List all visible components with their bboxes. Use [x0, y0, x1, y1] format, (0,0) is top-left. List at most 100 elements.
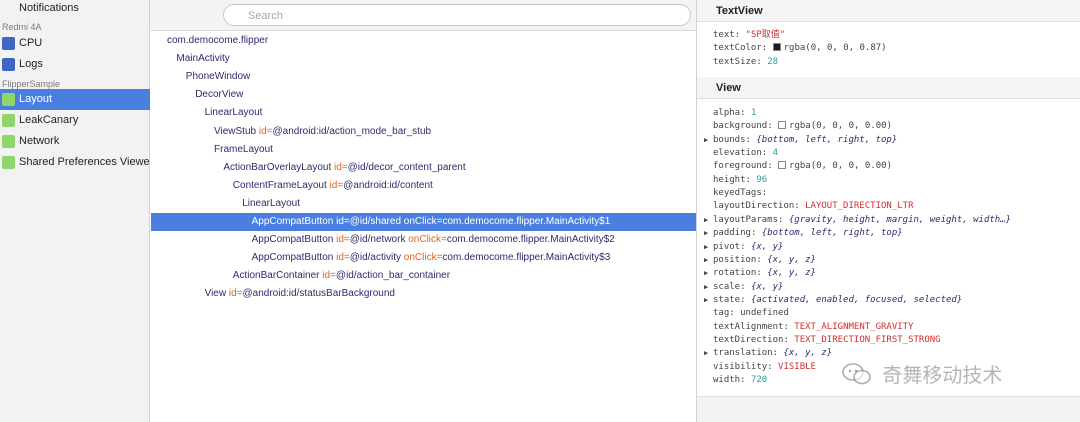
search-input[interactable] — [246, 7, 670, 25]
prop-value[interactable]: rgba(0, 0, 0, 0.87) — [784, 43, 887, 53]
prop-value[interactable]: 720 — [751, 375, 767, 385]
tree-node-name: View — [204, 288, 227, 300]
view-section-header[interactable]: View — [697, 77, 1080, 99]
prop-value[interactable]: {x, y, z} — [783, 348, 832, 358]
color-swatch[interactable] — [778, 161, 787, 170]
prop-row-textalignment[interactable]: textAlignment: TEXT_ALIGNMENT_GRAVITY — [713, 321, 914, 334]
expand-triangle-icon[interactable]: ▶ — [704, 241, 708, 254]
sidebar-item-logs[interactable]: Logs — [0, 54, 150, 75]
prop-value[interactable]: 1 — [751, 108, 756, 118]
prop-key: elevation — [713, 148, 762, 159]
expand-triangle-icon[interactable]: ▶ — [704, 227, 708, 240]
prop-row-textsize[interactable]: textSize: 28 — [713, 56, 778, 69]
sidebar-item-shared-preferences-viewer[interactable]: Shared Preferences Viewer — [0, 152, 150, 173]
sidebar-item-leakcanary[interactable]: LeakCanary — [0, 110, 150, 131]
expand-triangle-icon[interactable]: ▶ — [704, 281, 708, 294]
sidebar-item-notifications[interactable]: Notifications — [0, 0, 150, 19]
expand-triangle-icon[interactable]: ▶ — [704, 134, 708, 147]
prop-row-layoutdirection[interactable]: layoutDirection: LAYOUT_DIRECTION_LTR — [713, 200, 914, 213]
expand-triangle-icon[interactable]: ▶ — [704, 267, 708, 280]
tree-node-name: PhoneWindow — [185, 71, 251, 83]
search-box[interactable] — [223, 4, 691, 26]
prop-value[interactable]: TEXT_DIRECTION_FIRST_STRONG — [794, 335, 940, 345]
prop-row-translation[interactable]: ▶ translation: {x, y, z} — [704, 347, 832, 360]
tree-row[interactable]: DecorView — [151, 86, 696, 104]
prop-value[interactable]: {x, y} — [751, 242, 784, 252]
expand-triangle-icon[interactable]: ▶ — [704, 214, 708, 227]
color-swatch[interactable] — [772, 43, 781, 52]
tree-node-name: ContentFrameLayout — [232, 179, 327, 191]
prop-value[interactable]: LAYOUT_DIRECTION_LTR — [805, 201, 913, 211]
prop-row-height[interactable]: height: 96 — [713, 174, 767, 187]
tree-row[interactable]: ActionBarOverlayLayout id=@id/decor_cont… — [151, 159, 696, 177]
prop-row-padding[interactable]: ▶ padding: {bottom, left, right, top} — [704, 227, 903, 240]
sidebar-item-cpu[interactable]: CPU — [0, 33, 150, 54]
tree-row[interactable]: View id=@android:id/statusBarBackground — [151, 285, 696, 303]
prop-row-state[interactable]: ▶ state: {activated, enabled, focused, se… — [704, 294, 962, 307]
sidebar-item-network[interactable]: Network — [0, 131, 150, 152]
prop-key: height — [713, 174, 746, 185]
prop-value[interactable]: {x, y} — [751, 282, 784, 292]
tree-row[interactable]: com.democome.flipper — [151, 32, 696, 50]
prop-row-textdirection[interactable]: textDirection: TEXT_DIRECTION_FIRST_STRO… — [713, 334, 941, 347]
prop-value[interactable]: {x, y, z} — [767, 268, 816, 278]
prop-value[interactable]: {bottom, left, right, top} — [762, 228, 903, 238]
tree-attr-value: @id/shared — [349, 216, 402, 227]
textview-section-header[interactable]: TextView — [697, 0, 1080, 22]
expand-triangle-icon[interactable]: ▶ — [704, 294, 708, 307]
tree-attr-name: id= — [336, 216, 350, 227]
prop-value[interactable]: {bottom, left, right, top} — [756, 135, 897, 145]
prop-value[interactable]: VISIBLE — [778, 362, 816, 372]
prop-row-foreground[interactable]: foreground: rgba(0, 0, 0, 0.00) — [713, 160, 892, 173]
prop-value[interactable]: 96 — [756, 175, 767, 185]
prop-value[interactable]: undefined — [740, 308, 789, 318]
prop-value[interactable]: {activated, enabled, focused, selected} — [751, 295, 962, 305]
expand-triangle-icon[interactable]: ▶ — [704, 254, 708, 267]
tree-row[interactable]: MainActivity — [151, 50, 696, 68]
prop-row-textcolor[interactable]: textColor: rgba(0, 0, 0, 0.87) — [713, 42, 887, 55]
prop-row-visibility[interactable]: visibility: VISIBLE — [713, 361, 816, 374]
prop-value[interactable]: {x, y, z} — [767, 255, 816, 265]
sidebar-item-label: Notifications — [19, 2, 79, 14]
prop-row-scale[interactable]: ▶ scale: {x, y} — [704, 281, 784, 294]
sidebar-item-layout[interactable]: Layout — [0, 89, 150, 110]
prop-row-position[interactable]: ▶ position: {x, y, z} — [704, 254, 816, 267]
prop-value[interactable]: 4 — [773, 148, 778, 158]
tree-row[interactable]: AppCompatButton id=@id/shared onClick=co… — [151, 213, 696, 231]
prop-value[interactable]: rgba(0, 0, 0, 0.00) — [789, 161, 892, 171]
prop-row-rotation[interactable]: ▶ rotation: {x, y, z} — [704, 267, 816, 280]
prop-value[interactable]: "SP取值" — [746, 30, 786, 40]
prop-key: textSize — [713, 56, 757, 67]
watermark: 奇舞移动技术 — [842, 360, 1002, 390]
color-swatch[interactable] — [778, 121, 787, 130]
tree-row[interactable]: FrameLayout — [151, 141, 696, 159]
prop-value[interactable]: {gravity, height, margin, weight, width…… — [789, 215, 1011, 225]
prop-value[interactable]: rgba(0, 0, 0, 0.00) — [789, 121, 892, 131]
prop-value[interactable]: 28 — [767, 57, 778, 67]
tree-attr-value: @id/decor_content_parent — [347, 161, 466, 173]
prop-row-bounds[interactable]: ▶ bounds: {bottom, left, right, top} — [704, 134, 897, 147]
tree-row[interactable]: AppCompatButton id=@id/activity onClick=… — [151, 249, 696, 267]
tree-row[interactable]: ActionBarContainer id=@id/action_bar_con… — [151, 267, 696, 285]
tree-row[interactable]: ViewStub id=@android:id/action_mode_bar_… — [151, 123, 696, 141]
tree-row[interactable]: PhoneWindow — [151, 68, 696, 86]
prop-row-pivot[interactable]: ▶ pivot: {x, y} — [704, 241, 784, 254]
prop-row-background[interactable]: background: rgba(0, 0, 0, 0.00) — [713, 120, 892, 133]
prop-row-layoutparams[interactable]: ▶ layoutParams: {gravity, height, margin,… — [704, 214, 1011, 227]
prop-row-width[interactable]: width: 720 — [713, 374, 767, 387]
prop-row-keyedtags[interactable]: keyedTags: — [713, 187, 767, 200]
expand-triangle-icon[interactable]: ▶ — [704, 347, 708, 360]
tree-row[interactable]: ContentFrameLayout id=@android:id/conten… — [151, 177, 696, 195]
tree-row[interactable]: AppCompatButton id=@id/network onClick=c… — [151, 231, 696, 249]
tree-attr-value: @android:id/action_mode_bar_stub — [272, 125, 432, 137]
tree-row[interactable]: LinearLayout — [151, 195, 696, 213]
prop-row-elevation[interactable]: elevation: 4 — [713, 147, 778, 160]
prop-value[interactable]: TEXT_ALIGNMENT_GRAVITY — [794, 322, 913, 332]
tree-row[interactable]: LinearLayout — [151, 104, 696, 122]
prop-key: textDirection — [713, 334, 784, 345]
inspector-bottom-bar — [697, 396, 1080, 422]
prop-row-tag[interactable]: tag: undefined — [713, 307, 789, 320]
prop-row-alpha[interactable]: alpha: 1 — [713, 107, 756, 120]
inspector-pane: TextView text: "SP取值" textColor: rgba(0, … — [697, 0, 1080, 422]
prop-row-text[interactable]: text: "SP取值" — [713, 29, 785, 42]
